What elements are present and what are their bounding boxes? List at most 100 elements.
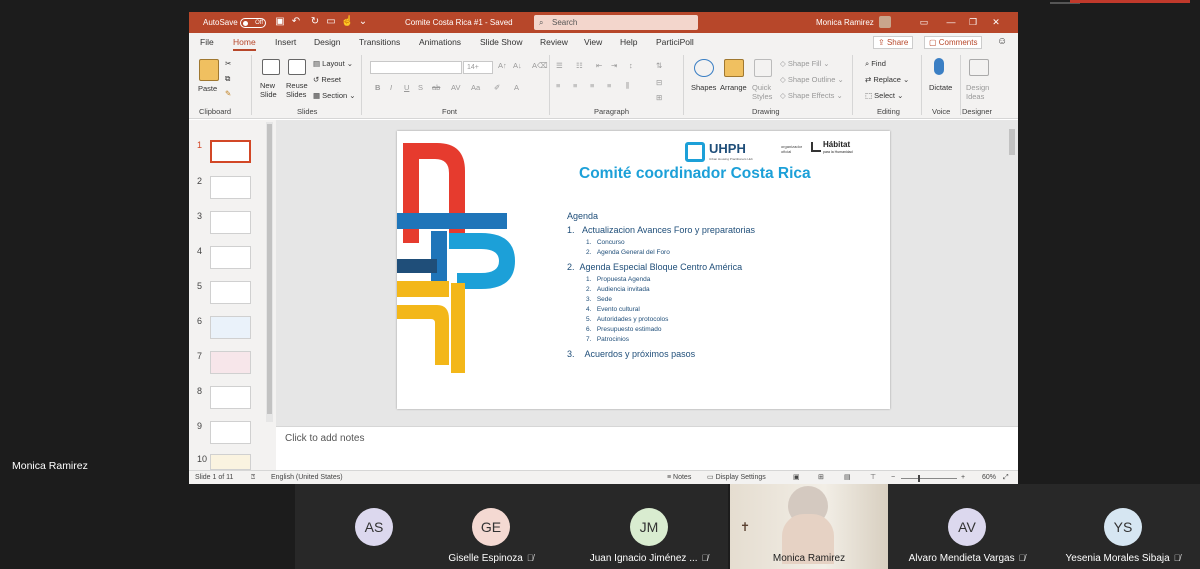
select-button[interactable]: ⬚ Select ⌄ — [865, 91, 903, 100]
design-ideas-button[interactable]: Design Ideas — [966, 83, 989, 101]
thumbnail-slide-3[interactable] — [210, 211, 251, 234]
decrease-indent-icon[interactable]: ⇤ — [596, 61, 602, 70]
quick-styles-icon[interactable] — [754, 59, 772, 77]
tab-file[interactable]: File — [200, 33, 214, 51]
user-avatar[interactable] — [879, 16, 891, 28]
clear-format-icon[interactable]: A⌫ — [532, 61, 548, 70]
language-indicator[interactable]: English (United States) — [271, 471, 343, 484]
tab-review[interactable]: Review — [540, 33, 568, 51]
italic-icon[interactable]: I — [390, 83, 392, 92]
new-slide-button[interactable]: New Slide — [260, 81, 277, 99]
participant-video-tile[interactable]: ✝ Monica Ramirez — [730, 484, 888, 569]
strikethrough-icon[interactable]: ab — [432, 83, 440, 92]
spellcheck-icon[interactable]: ⍰ — [251, 471, 255, 484]
current-slide[interactable]: UHPH Urban Housing Practitioners Hub org… — [397, 131, 890, 409]
microphone-icon[interactable] — [934, 58, 944, 75]
touch-icon[interactable]: ☝ — [341, 16, 353, 28]
underline-icon[interactable]: U — [404, 83, 409, 92]
tab-help[interactable]: Help — [620, 33, 637, 51]
thumbnail-slide-7[interactable] — [210, 351, 251, 374]
zoom-slider[interactable] — [901, 471, 957, 484]
change-case-icon[interactable]: Aa — [471, 83, 480, 92]
autosave-toggle[interactable]: Off — [240, 12, 266, 33]
thumbnails-scrollbar[interactable] — [266, 122, 273, 422]
bold-icon[interactable]: B — [375, 83, 380, 92]
customize-icon[interactable]: ⌄ — [357, 16, 369, 28]
redo-icon[interactable]: ↻ — [309, 16, 321, 28]
font-color-icon[interactable]: A — [514, 83, 519, 92]
thumbnail-slide-6[interactable] — [210, 316, 251, 339]
font-size-input[interactable]: 14+ — [463, 61, 493, 74]
search-input[interactable]: ⌕ Search — [534, 15, 698, 30]
align-text-icon[interactable]: ⊟ — [656, 78, 662, 87]
tab-animations[interactable]: Animations — [419, 33, 461, 51]
reading-view-icon[interactable]: ▤ — [844, 471, 851, 484]
increase-indent-icon[interactable]: ⇥ — [611, 61, 617, 70]
save-icon[interactable]: ▣ — [274, 16, 286, 28]
highlight-icon[interactable]: ✐ — [494, 83, 500, 92]
char-spacing-icon[interactable]: AV — [451, 83, 460, 92]
tab-insert[interactable]: Insert — [275, 33, 296, 51]
format-painter-icon[interactable]: ✎ — [225, 89, 231, 98]
thumbnail-slide-9[interactable] — [210, 421, 251, 444]
notes-pane[interactable]: Click to add notes — [276, 426, 1018, 470]
align-center-icon[interactable]: ≡ — [573, 81, 577, 90]
share-button[interactable]: ⇪ Share — [873, 36, 914, 49]
shape-fill-button[interactable]: ◇ Shape Fill ⌄ — [780, 59, 830, 68]
dictate-button[interactable]: Dictate — [929, 83, 952, 92]
tab-slide-show[interactable]: Slide Show — [480, 33, 523, 51]
justify-icon[interactable]: ≡ — [607, 81, 611, 90]
zoom-level[interactable]: 60% — [982, 471, 996, 484]
undo-icon[interactable]: ↶ — [290, 16, 302, 28]
shrink-font-icon[interactable]: A↓ — [513, 61, 522, 70]
shape-outline-button[interactable]: ◇ Shape Outline ⌄ — [780, 75, 844, 84]
close-icon[interactable]: ✕ — [985, 12, 1007, 33]
zoom-out-icon[interactable]: − — [891, 471, 895, 484]
thumbnail-slide-4[interactable] — [210, 246, 251, 269]
line-spacing-icon[interactable]: ↕ — [629, 61, 633, 70]
shapes-icon[interactable] — [694, 59, 714, 77]
participant-tile[interactable]: YS Yesenia Morales Sibaja 🎙̸ — [1046, 484, 1200, 569]
paste-icon[interactable] — [199, 59, 219, 81]
tab-transitions[interactable]: Transitions — [359, 33, 400, 51]
section-button[interactable]: ▦ Section ⌄ — [313, 91, 356, 100]
tab-participoll[interactable]: ParticiPoll — [656, 33, 694, 51]
zoom-in-icon[interactable]: + — [961, 471, 965, 484]
shadow-icon[interactable]: S — [418, 83, 423, 92]
arrange-button[interactable]: Arrange — [720, 83, 747, 92]
replace-button[interactable]: ⇄ Replace ⌄ — [865, 75, 909, 84]
comments-button[interactable]: ▢ Comments — [924, 36, 983, 49]
arrange-icon[interactable] — [724, 59, 744, 77]
smiley-icon[interactable]: ☺ — [997, 33, 1007, 51]
align-left-icon[interactable]: ≡ — [556, 81, 560, 90]
thumbnail-slide-8[interactable] — [210, 386, 251, 409]
slideshow-view-icon[interactable]: ⊤ — [870, 471, 876, 484]
thumbnail-slide-1[interactable] — [210, 140, 251, 163]
ribbon-options-icon[interactable]: ▭ — [913, 12, 935, 33]
align-right-icon[interactable]: ≡ — [590, 81, 594, 90]
bullets-icon[interactable]: ☰ — [556, 61, 563, 70]
design-ideas-icon[interactable] — [969, 59, 989, 76]
shape-effects-button[interactable]: ◇ Shape Effects ⌄ — [780, 91, 843, 100]
normal-view-icon[interactable]: ▣ — [793, 471, 800, 484]
canvas-scrollbar[interactable] — [1007, 123, 1017, 423]
minimize-icon[interactable]: — — [940, 12, 962, 33]
columns-icon[interactable]: ⫼ — [626, 81, 629, 91]
text-direction-icon[interactable]: ⇅ — [656, 61, 662, 70]
thumbnail-slide-2[interactable] — [210, 176, 251, 199]
tab-design[interactable]: Design — [314, 33, 340, 51]
numbering-icon[interactable]: ☷ — [576, 61, 583, 70]
cut-icon[interactable]: ✂ — [225, 59, 231, 68]
font-family-input[interactable] — [370, 61, 462, 74]
display-settings-button[interactable]: ▭ Display Settings — [707, 471, 766, 484]
thumbnail-slide-10[interactable] — [210, 454, 251, 470]
smartart-icon[interactable]: ⊞ — [656, 93, 662, 102]
participant-tile[interactable]: JM Juan Ignacio Jiménez ... 🎙̸ — [570, 484, 728, 569]
paste-button[interactable]: Paste — [198, 84, 217, 93]
reuse-slides-button[interactable]: Reuse Slides — [286, 81, 308, 99]
fit-slide-icon[interactable]: ⤢ — [1003, 471, 1009, 484]
participant-tile[interactable]: AV Alvaro Mendieta Vargas 🎙̸ — [888, 484, 1046, 569]
participant-tile[interactable]: GE Giselle Espinoza 🎙̸ — [412, 484, 570, 569]
user-name[interactable]: Monica Ramirez — [816, 12, 874, 33]
grow-font-icon[interactable]: A↑ — [498, 61, 507, 70]
